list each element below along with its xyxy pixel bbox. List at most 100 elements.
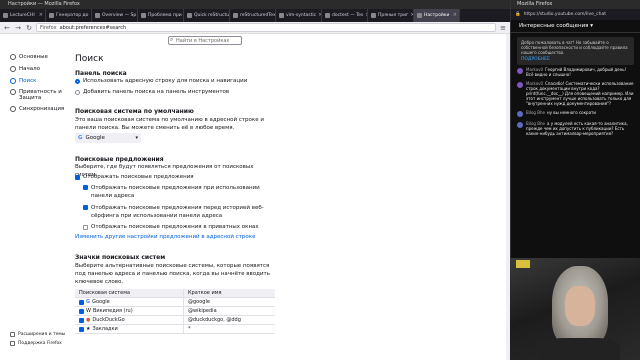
engine-keyword[interactable]: * <box>183 324 275 334</box>
menu-icon[interactable]: ≡ <box>499 24 507 32</box>
window-title: Настройки — Mozilla Firefox <box>0 0 510 9</box>
back-icon[interactable]: ← <box>3 24 11 32</box>
browser-tab[interactable]: Проблема при× <box>138 9 184 22</box>
lock-icon <box>10 89 16 95</box>
gear-icon <box>417 13 422 18</box>
chat-message: Bilog Bhe а у модулей есть какая-то анали… <box>511 119 640 138</box>
sidebar-item-general[interactable]: Основные <box>10 54 48 60</box>
message-text: ну вы немного сократи <box>546 110 596 115</box>
preferences-page: Найти в Настройках Основные Начало Поиск… <box>0 34 510 360</box>
forward-icon[interactable]: → <box>14 24 22 32</box>
tab-label: Генератор до <box>56 13 89 18</box>
background-sign <box>516 260 530 268</box>
sidebar-item-search[interactable]: Поиск <box>10 78 36 84</box>
avatar <box>517 82 523 88</box>
engine-keyword[interactable]: @duckduckgo, @ddg <box>183 315 275 325</box>
checkbox-label: Отображать поисковые предложения <box>83 174 194 180</box>
tab-label: Пряные триг <box>378 13 409 18</box>
checkbox-private-suggestions[interactable]: Отображать поисковые предложения в прива… <box>83 224 259 230</box>
browser-tab[interactable]: reStructuredText× <box>230 9 276 22</box>
favicon-icon <box>49 13 54 18</box>
window-title: Mozilla Firefox <box>511 0 640 9</box>
checkbox-unchecked[interactable] <box>83 224 88 230</box>
tab-label: Настройки <box>424 13 450 18</box>
avatar <box>517 111 523 117</box>
sidebar-link-support[interactable]: Поддержка Firefox <box>10 341 62 346</box>
tab-label: vim-syntastic <box>286 13 317 18</box>
favicon-icon <box>325 13 330 18</box>
preferences-sidebar: Основные Начало Поиск Приватность и Защи… <box>0 34 70 360</box>
help-icon <box>10 341 15 346</box>
radio-button[interactable] <box>75 89 80 95</box>
tab-label: Quick reStructure <box>194 13 230 18</box>
engine-keyword[interactable]: @wikipedia <box>183 306 275 316</box>
sidebar-item-label: Основные <box>19 54 48 60</box>
firefox-window: Настройки — Mozilla Firefox LectureCHI × … <box>0 0 510 360</box>
table-row[interactable]: ★ Закладки * <box>75 324 275 334</box>
checkbox-checked[interactable] <box>83 185 88 190</box>
checkbox-label: Отображать поисковые предложения в прива… <box>91 224 259 230</box>
favicon-icon <box>279 13 284 18</box>
radio-add-search-bar[interactable]: Добавить панель поиска на панель инструм… <box>75 89 229 95</box>
sidebar-item-privacy[interactable]: Приватность и Защита <box>10 89 70 101</box>
navigation-toolbar: ← → ↻ Firefox about:preferences#search ≡ <box>0 22 510 34</box>
checkbox-checked[interactable] <box>79 299 84 305</box>
reload-icon[interactable]: ↻ <box>25 24 33 32</box>
chat-message: Bilog Bhe ну вы немного сократи <box>511 108 640 119</box>
browser-tab[interactable]: Quick reStructure× <box>184 9 230 22</box>
default-engine-select[interactable]: G Google ▾ <box>75 133 141 143</box>
engine-keyword[interactable]: @google <box>183 297 275 307</box>
search-shortcuts-table: Поисковая система Краткое имя G Google @g… <box>75 288 275 334</box>
checkbox-checked[interactable] <box>75 174 80 180</box>
chat-header[interactable]: Интересные сообщения ▾ <box>511 20 640 33</box>
browser-tab[interactable]: doctest — Tes× <box>322 9 368 22</box>
avatar <box>517 122 523 128</box>
browser-tab[interactable]: Пряные триг× <box>368 9 414 22</box>
avatar <box>517 68 523 74</box>
url-text: https://studio.youtube.com/live_chat <box>523 12 607 17</box>
shortcuts-description: Выберите альтернативные поисковые систем… <box>75 263 270 285</box>
checkbox-show-suggestions[interactable]: Отображать поисковые предложения <box>75 174 194 180</box>
address-bar-settings-link[interactable]: Изменить другие настройки предложений в … <box>75 234 255 240</box>
presenter-face <box>565 286 595 326</box>
sidebar-link-addons[interactable]: Расширения и темы <box>10 332 65 337</box>
home-icon <box>10 66 16 72</box>
google-icon: G <box>86 299 91 305</box>
address-bar[interactable]: Firefox about:preferences#search <box>36 23 496 32</box>
chat-mode-label: Интересные сообщения <box>519 23 589 29</box>
learn-more-link[interactable]: ПОДРОБНЕЕ <box>521 57 630 62</box>
tab-label: LectureCHI <box>10 13 35 18</box>
favicon-icon <box>233 13 238 18</box>
browser-tab[interactable]: Генератор до× <box>46 9 92 22</box>
browser-tab[interactable]: vim-syntastic × <box>276 9 322 22</box>
sidebar-item-sync[interactable]: Синхронизация <box>10 106 64 112</box>
sync-icon <box>10 106 16 112</box>
address-bar[interactable]: 🔒 https://studio.youtube.com/live_chat <box>511 9 640 20</box>
sidebar-item-home[interactable]: Начало <box>10 66 40 72</box>
section-heading-suggestions: Поисковые предложения <box>75 156 164 163</box>
section-heading-shortcuts: Значки поисковых систем <box>75 254 166 261</box>
checkbox-checked[interactable] <box>79 317 84 323</box>
browser-tab-active[interactable]: Настройки × <box>414 9 460 22</box>
radio-button-selected[interactable] <box>75 78 80 84</box>
webcam-overlay <box>510 258 640 360</box>
engine-name: Google <box>92 299 110 305</box>
checkbox-checked[interactable] <box>83 205 88 210</box>
close-tab-icon[interactable]: × <box>453 9 457 22</box>
checkbox-checked[interactable] <box>79 326 84 332</box>
favicon-icon <box>3 13 8 18</box>
checkbox-checked[interactable] <box>79 308 84 314</box>
browser-tab[interactable]: Overview — Sp× <box>92 9 138 22</box>
close-tab-icon[interactable]: × <box>39 9 43 22</box>
puzzle-icon <box>10 332 15 337</box>
engine-name: Википедия (ru) <box>92 308 133 314</box>
section-heading-default-engine: Поисковая система по умолчанию <box>75 108 194 115</box>
radio-use-address-bar[interactable]: Использовать адресную строку для поиска … <box>75 78 247 84</box>
gear-icon <box>10 54 16 60</box>
google-icon: G <box>78 135 83 141</box>
preferences-search-input[interactable]: Найти в Настройках <box>168 36 242 45</box>
checkbox-address-suggestions[interactable]: Отображать поисковые предложения при исп… <box>83 184 273 200</box>
browser-tab[interactable]: LectureCHI × <box>0 9 46 22</box>
desktop: Настройки — Mozilla Firefox LectureCHI × … <box>0 0 640 360</box>
checkbox-before-history[interactable]: Отображать поисковые предложения перед и… <box>83 204 273 220</box>
